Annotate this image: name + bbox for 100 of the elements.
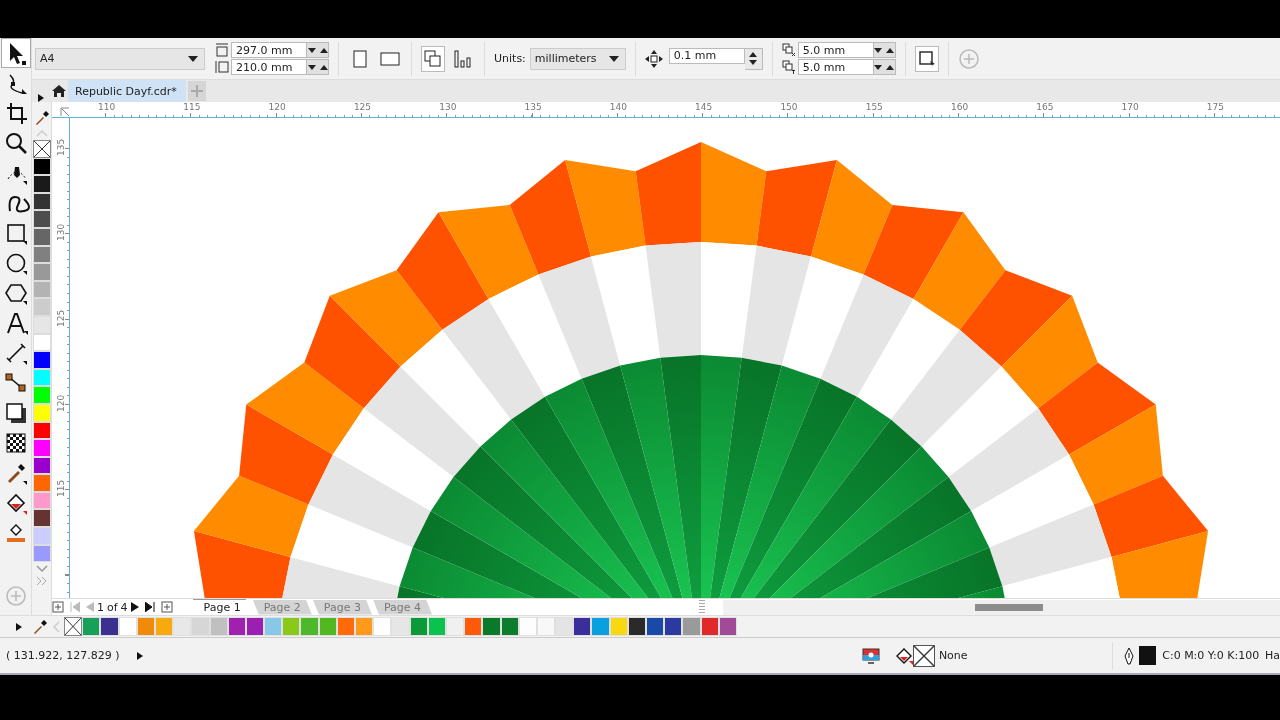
color-swatch[interactable] [32,509,51,528]
page-width-field[interactable]: 297.0 mm [231,42,307,58]
next-page-icon[interactable] [130,602,139,612]
color-swatch[interactable] [32,315,51,334]
color-swatch[interactable] [32,421,51,440]
down-arrow-icon [307,64,316,70]
ruler-number: 150 [780,102,799,114]
treat-as-filled-button[interactable] [914,45,939,72]
page-height-icon [215,43,229,57]
duplicate-y-icon [781,60,796,74]
no-fill-swatch-icon[interactable] [913,644,935,667]
spin-button[interactable] [744,47,763,70]
color-swatch[interactable] [32,527,51,545]
color-swatch[interactable] [591,617,610,636]
color-swatch[interactable] [32,403,51,422]
color-swatch[interactable] [32,456,51,475]
color-swatch[interactable] [32,192,51,211]
pages-icon [424,49,442,68]
ruler-number: 120 [56,395,66,412]
eyedropper-icon[interactable] [32,618,48,635]
ruler-origin-icon[interactable] [60,107,70,117]
page-width-icon [215,60,229,74]
color-swatch[interactable] [32,175,51,193]
color-swatch[interactable] [173,617,192,636]
color-swatch[interactable] [32,298,51,316]
color-swatch[interactable] [32,386,51,404]
color-swatch[interactable] [32,157,51,176]
selection-box-icon [917,49,936,68]
color-swatch[interactable] [300,617,319,636]
color-swatch[interactable] [32,245,51,264]
color-swatch[interactable] [32,333,51,352]
color-swatch[interactable] [32,351,51,369]
add-page-before-icon[interactable] [52,601,64,613]
add-page-after-icon[interactable] [160,601,173,613]
nudge-field[interactable]: 0.1 mm [668,47,745,64]
ruler-number: 175 [1206,102,1226,114]
cursor-position: ( 131.922, 127.829 ) [6,649,120,662]
down-arrow-icon [874,64,883,70]
last-page-icon[interactable] [144,602,155,612]
pick-tool-button[interactable] [1,38,31,68]
color-swatch[interactable] [555,617,574,636]
scroll-down-icon[interactable] [35,565,48,574]
nudge-icon [644,49,663,68]
page-size-dropdown[interactable]: A4 [35,47,205,70]
color-swatch[interactable] [482,617,501,636]
color-swatch[interactable] [82,617,101,636]
units-dropdown[interactable]: millimeters [529,47,626,70]
color-swatch[interactable] [32,544,51,563]
color-swatch[interactable] [264,617,283,636]
fill-bucket-icon[interactable] [895,646,913,665]
home-icon[interactable] [52,84,66,98]
duplicate-x-field[interactable]: 5.0 mm [797,42,874,58]
color-swatch[interactable] [32,368,51,387]
color-swatch[interactable] [32,474,51,492]
color-swatch[interactable] [191,617,210,636]
expand-icon[interactable] [35,576,48,587]
color-swatch[interactable] [573,617,592,636]
landscape-page-icon [380,51,400,66]
spin-button[interactable] [307,42,329,58]
color-swatch[interactable] [464,617,483,636]
color-proof-icon[interactable] [861,647,880,664]
ruler-number: 140 [609,102,628,114]
ruler-number: 145 [695,102,714,114]
no-color-swatch[interactable] [64,617,83,636]
duplicate-y-field[interactable]: 5.0 mm [797,59,874,75]
no-color-swatch[interactable] [32,140,51,158]
color-swatch[interactable] [32,280,51,299]
all-pages-button[interactable] [421,45,445,72]
color-swatch[interactable] [32,263,51,281]
scroll-thumb[interactable] [975,603,1043,611]
pen-nib-icon[interactable] [1123,646,1136,665]
page-number: 1 [96,600,105,614]
plus-icon [191,85,203,97]
up-arrow-icon [319,47,328,53]
color-swatch[interactable] [32,491,51,510]
flyout-arrow-icon[interactable] [38,94,44,102]
color-swatch[interactable] [391,617,410,636]
color-swatch[interactable] [32,210,51,228]
spin-button[interactable] [873,59,896,75]
color-swatch[interactable] [100,617,119,636]
flyout-arrow-icon[interactable] [136,651,143,660]
page-height-field[interactable]: 210.0 mm [231,59,307,75]
ruler-number: 170 [1121,102,1140,114]
color-swatch[interactable] [282,617,301,636]
color-swatch[interactable] [664,617,683,636]
spin-button[interactable] [873,42,896,58]
color-swatch[interactable] [32,439,51,457]
document-tab[interactable]: Republic Dayf.cdr* [68,80,186,102]
color-swatch[interactable] [646,617,665,636]
down-arrow-icon [307,47,316,53]
scroll-bar[interactable] [723,599,1280,615]
color-swatch[interactable] [682,617,701,636]
color-swatch[interactable] [373,617,392,636]
ruler-number: 160 [950,102,970,114]
flyout-arrow-icon[interactable] [16,622,22,631]
color-swatch[interactable] [355,617,374,636]
outline-status: C:0 M:0 Y:0 K:100 [1162,649,1260,662]
spin-button[interactable] [307,59,329,75]
outline-width-status: Ha [1265,649,1280,662]
color-swatch[interactable] [32,227,51,246]
